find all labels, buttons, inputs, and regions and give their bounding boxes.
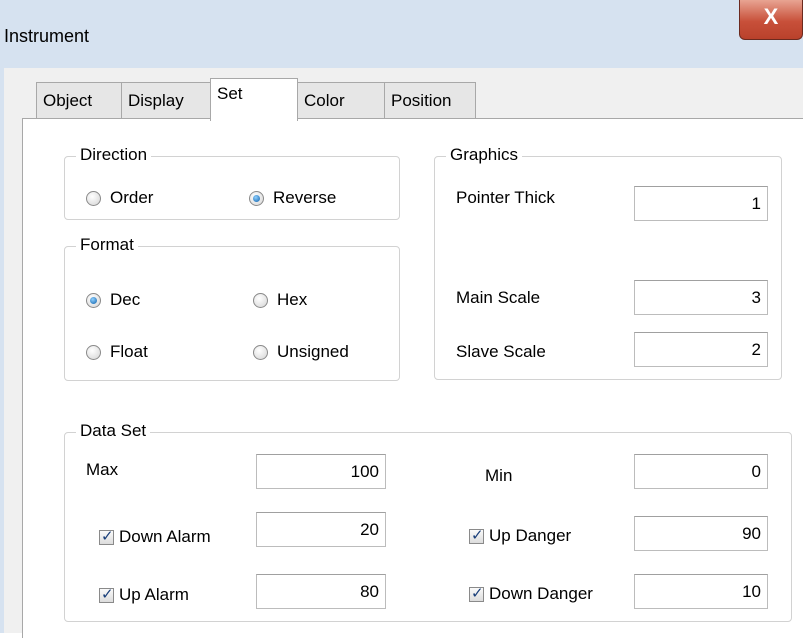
direction-group-label: Direction bbox=[76, 146, 152, 164]
radio-unsigned-label: Unsigned bbox=[277, 342, 349, 361]
data-set-group-label: Data Set bbox=[76, 422, 151, 440]
radio-unsigned[interactable]: Unsigned bbox=[253, 342, 349, 362]
min-label: Min bbox=[485, 466, 513, 485]
title-bar: Instrument X bbox=[0, 0, 803, 68]
up-danger-label: Up Danger bbox=[489, 526, 572, 545]
up-alarm-checkbox[interactable]: Up Alarm bbox=[99, 585, 189, 605]
tab-object[interactable]: Object bbox=[36, 82, 122, 118]
window-title: Instrument bbox=[4, 26, 90, 46]
radio-float-indicator bbox=[86, 344, 101, 360]
radio-order-indicator bbox=[86, 190, 101, 206]
radio-dec[interactable]: Dec bbox=[86, 290, 140, 310]
radio-order-label: Order bbox=[110, 188, 154, 207]
down-alarm-field[interactable] bbox=[256, 512, 386, 547]
pointer-thick-field[interactable] bbox=[634, 186, 768, 221]
radio-float[interactable]: Float bbox=[86, 342, 148, 362]
tab-color[interactable]: Color bbox=[297, 82, 385, 118]
radio-dec-indicator bbox=[86, 292, 101, 308]
down-danger-check-icon bbox=[469, 584, 484, 602]
up-alarm-field[interactable] bbox=[256, 574, 386, 609]
radio-float-label: Float bbox=[110, 342, 148, 361]
down-danger-checkbox[interactable]: Down Danger bbox=[469, 584, 593, 604]
min-field[interactable] bbox=[634, 454, 768, 489]
radio-order[interactable]: Order bbox=[86, 188, 153, 208]
graphics-group-label: Graphics bbox=[446, 146, 523, 164]
up-danger-check-icon bbox=[469, 526, 484, 544]
main-scale-field[interactable] bbox=[634, 280, 768, 315]
up-alarm-label: Up Alarm bbox=[119, 585, 189, 604]
close-button[interactable]: X bbox=[739, 0, 803, 40]
up-danger-checkbox[interactable]: Up Danger bbox=[469, 526, 571, 546]
radio-hex[interactable]: Hex bbox=[253, 290, 307, 310]
radio-hex-label: Hex bbox=[277, 290, 308, 309]
radio-hex-indicator bbox=[253, 292, 268, 308]
up-danger-field[interactable] bbox=[634, 516, 768, 551]
down-alarm-check-icon bbox=[99, 527, 114, 545]
tab-set[interactable]: Set bbox=[210, 78, 298, 121]
down-alarm-label: Down Alarm bbox=[119, 527, 211, 546]
up-alarm-check-icon bbox=[99, 585, 114, 603]
slave-scale-label: Slave Scale bbox=[456, 342, 546, 361]
max-field[interactable] bbox=[256, 454, 386, 489]
radio-dec-label: Dec bbox=[110, 290, 141, 309]
max-label: Max bbox=[86, 460, 119, 479]
radio-reverse[interactable]: Reverse bbox=[249, 188, 336, 208]
radio-reverse-label: Reverse bbox=[273, 188, 337, 207]
close-icon: X bbox=[763, 4, 779, 29]
down-danger-label: Down Danger bbox=[489, 584, 593, 603]
down-alarm-checkbox[interactable]: Down Alarm bbox=[99, 527, 211, 547]
slave-scale-field[interactable] bbox=[634, 332, 768, 367]
down-danger-field[interactable] bbox=[634, 574, 768, 609]
radio-reverse-indicator bbox=[249, 190, 264, 206]
pointer-thick-label: Pointer Thick bbox=[456, 188, 555, 207]
tab-position[interactable]: Position bbox=[384, 82, 476, 118]
radio-unsigned-indicator bbox=[253, 344, 268, 360]
tab-display[interactable]: Display bbox=[121, 82, 211, 118]
main-scale-label: Main Scale bbox=[456, 288, 541, 307]
format-group-label: Format bbox=[76, 236, 138, 254]
